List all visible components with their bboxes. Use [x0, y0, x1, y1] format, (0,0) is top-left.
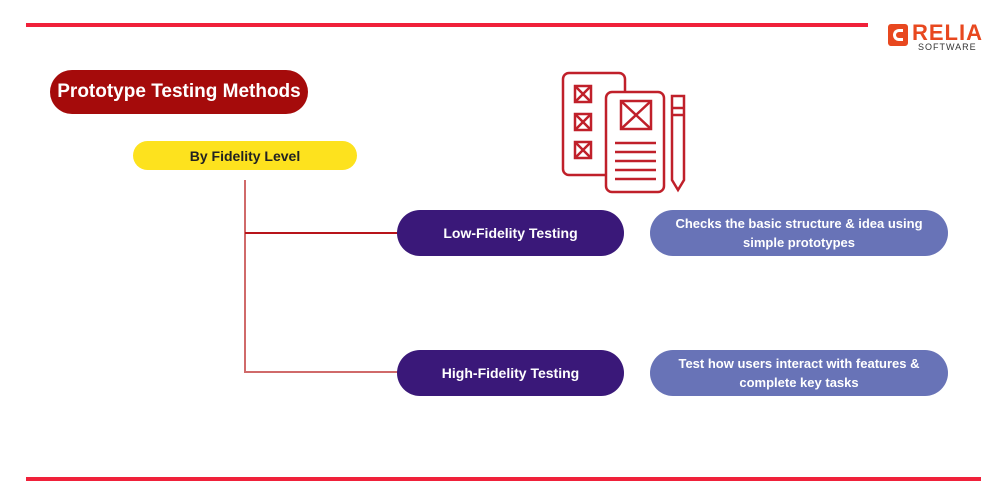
description-high-fidelity: Test how users interact with features & …	[650, 350, 948, 396]
bottom-divider	[26, 477, 981, 481]
method-high-fidelity: High-Fidelity Testing	[397, 350, 624, 396]
tree-branch-high	[245, 371, 398, 373]
pencil-shape	[670, 94, 686, 193]
top-divider	[26, 23, 868, 27]
relia-software-logo: RELIA SOFTWARE	[888, 20, 988, 52]
description-low-fidelity: Checks the basic structure & idea using …	[650, 210, 948, 256]
logo-s-icon	[888, 24, 908, 46]
logo-subtitle: SOFTWARE	[918, 42, 977, 52]
category-label: By Fidelity Level	[133, 141, 357, 170]
prototype-wireframe-icon	[561, 71, 686, 194]
method-low-fidelity: Low-Fidelity Testing	[397, 210, 624, 256]
tree-branch-low	[245, 232, 398, 234]
diagram-title: Prototype Testing Methods	[50, 70, 308, 114]
checkbox-x-shapes	[573, 84, 593, 160]
tree-vertical-connector	[244, 180, 246, 373]
